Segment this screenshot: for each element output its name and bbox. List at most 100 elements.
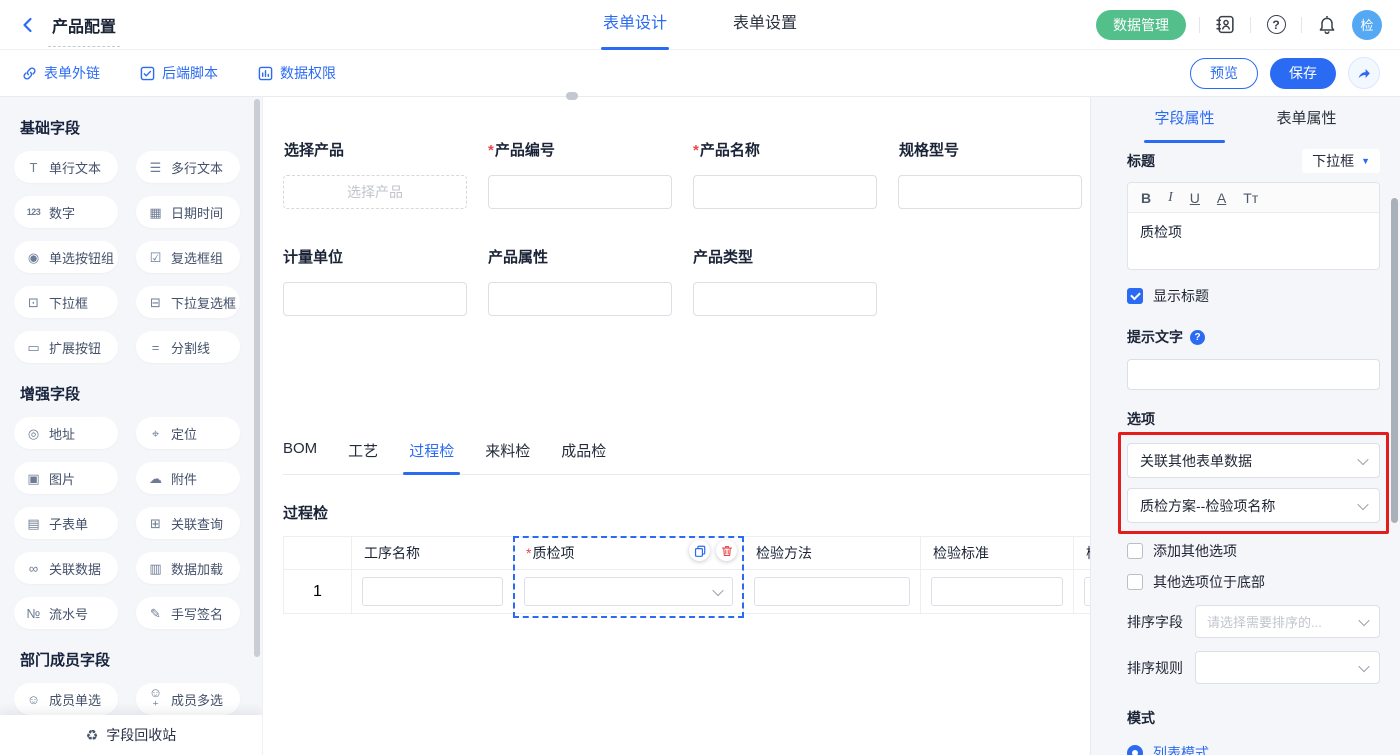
field-item-single-line-text[interactable]: T单行文本 (14, 151, 118, 183)
quality-check-item-select[interactable] (524, 577, 733, 606)
user-avatar[interactable]: 检 (1352, 10, 1382, 40)
column-quality-check-item[interactable]: *质检项 (514, 537, 744, 613)
tab-field-properties[interactable]: 字段属性 (1154, 97, 1214, 143)
process-name-cell-input[interactable] (362, 577, 503, 606)
save-button[interactable]: 保存 (1270, 58, 1336, 89)
tab-form-design[interactable]: 表单设计 (603, 0, 667, 50)
form-field-product-attribute[interactable]: 产品属性 (488, 246, 672, 316)
option-field-value: 质检方案--检验项名称 (1140, 496, 1275, 516)
field-item-address[interactable]: ◎地址 (14, 417, 118, 449)
field-item-datetime[interactable]: ▦日期时间 (136, 196, 240, 228)
form-field-product-code[interactable]: *产品编号 (488, 139, 672, 209)
select-product-picker[interactable]: 选择产品 (283, 175, 467, 209)
unit-input[interactable] (283, 282, 467, 316)
copy-field-icon[interactable] (689, 540, 710, 561)
checkbox-checked-icon[interactable] (1127, 288, 1143, 304)
option-source-select[interactable]: 关联其他表单数据 (1127, 443, 1380, 478)
tab-incoming-inspection[interactable]: 来料检 (485, 440, 530, 474)
field-item-signature[interactable]: ✎手写签名 (136, 597, 240, 629)
sort-field-select[interactable]: 请选择需要排序的... (1195, 605, 1380, 638)
field-item-multi-line-text[interactable]: ☰多行文本 (136, 151, 240, 183)
title-value-input[interactable]: 质检项 (1128, 213, 1379, 269)
inspection-standard-cell-input[interactable] (931, 577, 1063, 606)
form-field-product-name[interactable]: *产品名称 (693, 139, 877, 209)
tab-form-properties[interactable]: 表单属性 (1277, 97, 1337, 143)
tab-bom[interactable]: BOM (283, 440, 317, 474)
field-item-linked-data[interactable]: ∞关联数据 (14, 552, 118, 584)
window-scrollbar[interactable] (1391, 198, 1398, 523)
sidebar-scrollbar[interactable] (254, 99, 260, 657)
field-item-member-multi[interactable]: ☺⁺成员多选 (136, 683, 240, 715)
signature-pen-icon: ✎ (147, 607, 164, 620)
radio-selected-icon[interactable] (1127, 745, 1143, 755)
product-code-input[interactable] (488, 175, 672, 209)
field-item-location[interactable]: ⌖定位 (136, 417, 240, 449)
field-palette-sidebar: 基础字段 T单行文本 ☰多行文本 123数字 ▦日期时间 ◉单选按钮组 ☑复选框… (0, 97, 262, 755)
field-item-member-single[interactable]: ☺成员单选 (14, 683, 118, 715)
show-title-option[interactable]: 显示标题 (1127, 286, 1380, 306)
spec-model-input[interactable] (898, 175, 1082, 209)
field-item-radio-group[interactable]: ◉单选按钮组 (14, 241, 118, 273)
hint-help-icon[interactable]: ? (1190, 330, 1205, 345)
field-type-select[interactable]: 下拉框 ▼ (1302, 149, 1380, 173)
column-inspection-standard[interactable]: 检验标准 (921, 537, 1074, 613)
notification-bell-icon[interactable] (1315, 13, 1339, 37)
recycle-icon: ♻ (86, 727, 99, 744)
form-field-product-type[interactable]: 产品类型 (693, 246, 877, 316)
product-attribute-input[interactable] (488, 282, 672, 316)
font-size-button[interactable]: Tᴛ (1243, 191, 1258, 205)
underline-button[interactable]: U (1190, 191, 1200, 205)
column-header: 检验标准 (933, 543, 989, 563)
sort-rule-select[interactable] (1195, 651, 1380, 684)
checkbox-unchecked-icon[interactable] (1127, 574, 1143, 590)
inspection-method-cell-input[interactable] (754, 577, 910, 606)
field-item-data-load[interactable]: ▥数据加载 (136, 552, 240, 584)
field-item-serial-number[interactable]: №流水号 (14, 597, 118, 629)
column-inspection-method[interactable]: 检验方法 (744, 537, 921, 613)
option-field-select[interactable]: 质检方案--检验项名称 (1127, 488, 1380, 523)
external-link-button[interactable]: 表单外链 (22, 63, 100, 83)
field-item-number[interactable]: 123数字 (14, 196, 118, 228)
product-type-input[interactable] (693, 282, 877, 316)
italic-button[interactable]: I (1168, 191, 1173, 205)
field-item-image[interactable]: ▣图片 (14, 462, 118, 494)
divider-handle[interactable] (566, 92, 578, 100)
form-field-unit[interactable]: 计量单位 (283, 246, 467, 316)
address-book-icon[interactable] (1213, 13, 1237, 37)
tab-finished-inspection[interactable]: 成品检 (561, 440, 606, 474)
tab-process[interactable]: 工艺 (348, 440, 378, 474)
mode-list-option[interactable]: 列表模式 (1127, 743, 1380, 755)
hint-text-input[interactable] (1127, 359, 1380, 390)
field-item-checkbox-group[interactable]: ☑复选框组 (136, 241, 240, 273)
font-color-button[interactable]: A (1217, 191, 1226, 205)
field-item-subform[interactable]: ▤子表单 (14, 507, 118, 539)
other-bottom-option[interactable]: 其他选项位于底部 (1127, 572, 1380, 592)
preview-button[interactable]: 预览 (1190, 58, 1258, 89)
column-clipped[interactable]: 检 (1074, 537, 1090, 613)
delete-field-icon[interactable] (716, 540, 737, 561)
field-recycle-bin[interactable]: ♻ 字段回收站 (0, 715, 262, 755)
field-item-divider-line[interactable]: =分割线 (136, 331, 240, 363)
field-item-attachment[interactable]: ☁附件 (136, 462, 240, 494)
tab-form-settings[interactable]: 表单设置 (733, 0, 797, 50)
backend-script-button[interactable]: 后端脚本 (140, 63, 218, 83)
product-name-input[interactable] (693, 175, 877, 209)
add-other-option[interactable]: 添加其他选项 (1127, 541, 1380, 561)
field-item-select[interactable]: ⊡下拉框 (14, 286, 118, 318)
tab-in-process-inspection[interactable]: 过程检 (409, 440, 454, 474)
bold-button[interactable]: B (1141, 191, 1151, 205)
data-manage-button[interactable]: 数据管理 (1096, 10, 1186, 40)
share-button[interactable] (1348, 57, 1380, 89)
form-field-spec-model[interactable]: 规格型号 (898, 139, 1082, 209)
field-item-lookup-query[interactable]: ⊞关联查询 (136, 507, 240, 539)
help-icon[interactable]: ? (1264, 13, 1288, 37)
page-title[interactable]: 产品配置 (48, 13, 120, 47)
field-item-multi-select[interactable]: ⊟下拉复选框 (136, 286, 240, 318)
form-field-select-product[interactable]: 选择产品 选择产品 (283, 139, 467, 209)
checkbox-icon: ☑ (147, 251, 164, 264)
field-item-extend-button[interactable]: ▭扩展按钮 (14, 331, 118, 363)
back-icon[interactable] (18, 15, 38, 35)
data-permission-button[interactable]: 数据权限 (258, 63, 336, 83)
column-process-name[interactable]: 工序名称 (352, 537, 514, 613)
checkbox-unchecked-icon[interactable] (1127, 543, 1143, 559)
